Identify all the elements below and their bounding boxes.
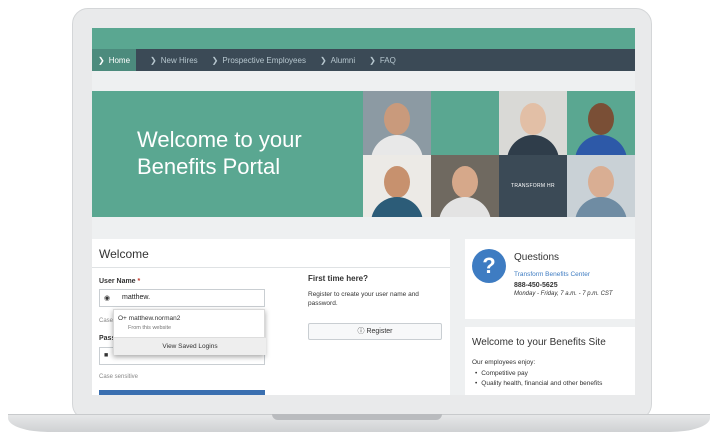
nav-item-label: Home [108,55,131,65]
nav-item-faq[interactable]: ❯ FAQ [369,49,396,71]
benefits-site-card: Welcome to your Benefits Site Our employ… [465,327,635,395]
username-label-text: User Name [99,278,136,285]
questions-card: ? Questions Transform Benefits Center 88… [465,239,635,319]
login-button[interactable] [99,390,265,395]
office-hours: Monday - Friday, 7 a.m. - 7 p.m. CST [514,291,613,297]
list-item: Competitive pay [475,369,602,379]
register-icon: ⓘ [357,328,365,335]
autofill-saved-user[interactable]: O+ matthew.norman2 [118,315,180,322]
autofill-dropdown: O+ matthew.norman2 From this website Vie… [113,309,266,355]
first-time-title: First time here? [308,274,369,283]
nav-item-new-hires[interactable]: ❯ New Hires [150,49,198,71]
username-value: matthew. [122,294,151,301]
required-mark: * [137,278,141,285]
chevron-right-icon: ❯ [319,55,327,65]
list-item: Quality health, financial and other bene… [475,379,602,389]
employee-photo-collage [363,91,635,217]
question-mark-icon: ? [472,249,506,283]
view-saved-logins-button[interactable]: View Saved Logins [114,337,266,355]
chevron-right-icon: ❯ [150,55,157,65]
user-icon: ◉ [104,295,111,302]
employee-photo [567,155,635,217]
employee-photo [499,91,567,155]
circle-arrow-icon: ❯ [98,55,105,65]
brand-logo-text: TRANSFORM HR [511,183,555,189]
benefits-site-title: Welcome to your Benefits Site [472,337,606,348]
circle-arrow-icon: ❯ [369,55,376,65]
nav-item-label: Prospective Employees [222,55,306,65]
username-hint: Case [99,318,114,324]
screenshot-stage: ❯ Home ❯ New Hires ❯ Prospective Employe… [0,0,717,439]
benefits-intro: Our employees enjoy: [472,359,536,366]
lock-icon: ■ [104,352,109,359]
chevron-right-icon: ❯ [211,55,219,65]
employee-photo [431,91,499,155]
employee-photo [567,91,635,155]
register-label: Register [366,328,393,335]
username-label: User Name * [99,278,140,285]
nav-item-label: FAQ [379,55,396,65]
hero-title: Welcome to your Benefits Portal [137,127,302,179]
phone-number: 888-450-5625 [514,282,558,289]
register-button[interactable]: ⓘ Register [308,323,442,340]
benefits-center-link[interactable]: Transform Benefits Center [514,271,590,278]
top-banner-strip [92,28,635,49]
nav-item-label: Alumni [330,55,356,65]
employee-photo [363,155,431,217]
nav-item-label: New Hires [160,55,198,65]
employee-photo [363,91,431,155]
questions-title: Questions [514,252,560,263]
main-nav: ❯ Home ❯ New Hires ❯ Prospective Employe… [92,49,635,71]
laptop-notch [272,414,442,420]
username-input[interactable]: ◉ matthew. [99,289,265,307]
divider [92,267,450,268]
nav-item-home[interactable]: ❯ Home [92,49,137,71]
employee-photo [431,155,499,217]
nav-item-prospective-employees[interactable]: ❯ Prospective Employees [212,49,306,71]
benefits-list: Competitive pay Quality health, financia… [475,369,602,388]
login-card-title: Welcome [99,247,149,261]
autofill-source: From this website [128,325,172,331]
first-time-text: Register to create your user name and pa… [308,291,419,307]
password-hint: Case sensitive [99,374,139,380]
nav-item-alumni[interactable]: ❯ Alumni [320,49,355,71]
laptop-screen: ❯ Home ❯ New Hires ❯ Prospective Employe… [92,28,635,395]
hero-banner: Welcome to your Benefits Portal TRANSFOR… [92,91,635,217]
